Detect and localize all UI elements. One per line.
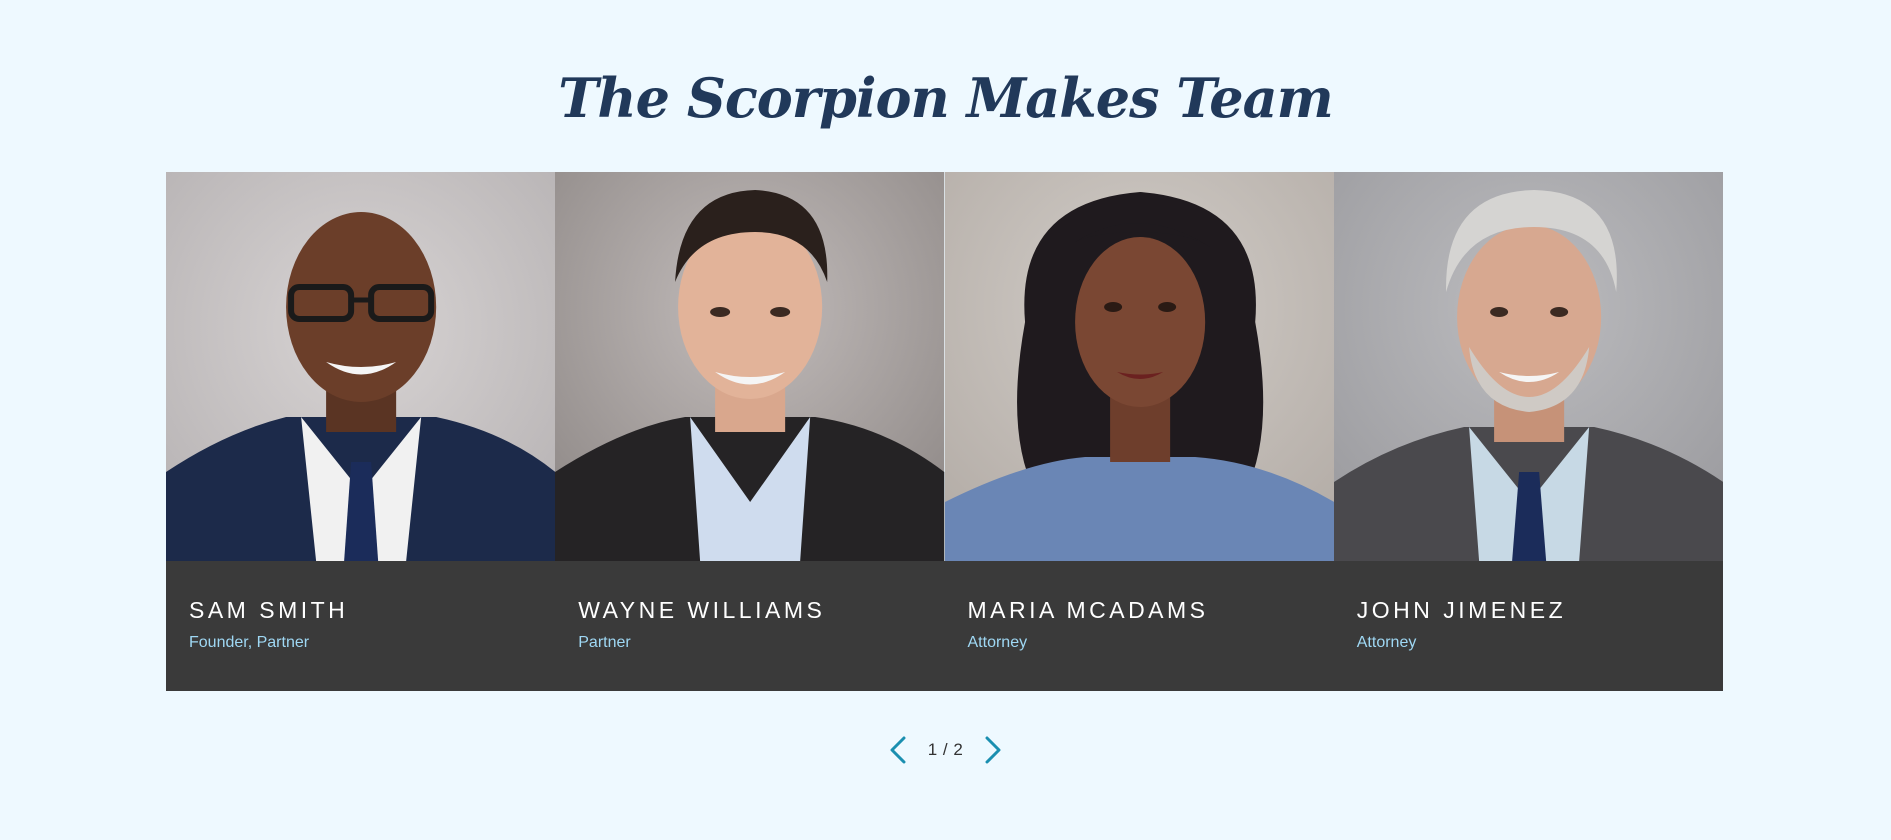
team-member-card[interactable]: JOHN JIMENEZ Attorney	[1333, 172, 1723, 691]
team-member-card[interactable]: SAM SMITH Founder, Partner	[166, 172, 556, 691]
team-carousel: SAM SMITH Founder, Partner WAYNE WILLIAM…	[166, 172, 1723, 691]
member-info: MARIA MCADAMS Attorney	[944, 561, 1334, 691]
member-info: SAM SMITH Founder, Partner	[166, 561, 556, 691]
member-name: JOHN JIMENEZ	[1356, 597, 1567, 623]
member-photo	[555, 172, 945, 561]
member-name: WAYNE WILLIAMS	[578, 597, 826, 623]
team-member-card[interactable]: MARIA MCADAMS Attorney	[944, 172, 1334, 691]
member-role: Partner	[578, 634, 631, 651]
member-photo	[944, 172, 1334, 561]
chevron-left-icon[interactable]	[884, 732, 912, 768]
section-title: The Scorpion Makes Team	[558, 66, 1334, 130]
member-name: SAM SMITH	[189, 597, 349, 623]
member-role: Founder, Partner	[189, 634, 310, 651]
member-info: JOHN JIMENEZ Attorney	[1333, 561, 1723, 691]
carousel-pagination: 1 / 2	[0, 732, 1891, 768]
member-photo	[166, 172, 556, 561]
member-info: WAYNE WILLIAMS Partner	[555, 561, 945, 691]
team-member-card[interactable]: WAYNE WILLIAMS Partner	[555, 172, 945, 691]
member-name: MARIA MCADAMS	[967, 597, 1209, 623]
page-indicator: 1 / 2	[927, 740, 964, 759]
member-role: Attorney	[967, 634, 1028, 651]
member-role: Attorney	[1356, 634, 1417, 651]
member-photo	[1333, 172, 1723, 561]
chevron-right-icon[interactable]	[979, 732, 1007, 768]
